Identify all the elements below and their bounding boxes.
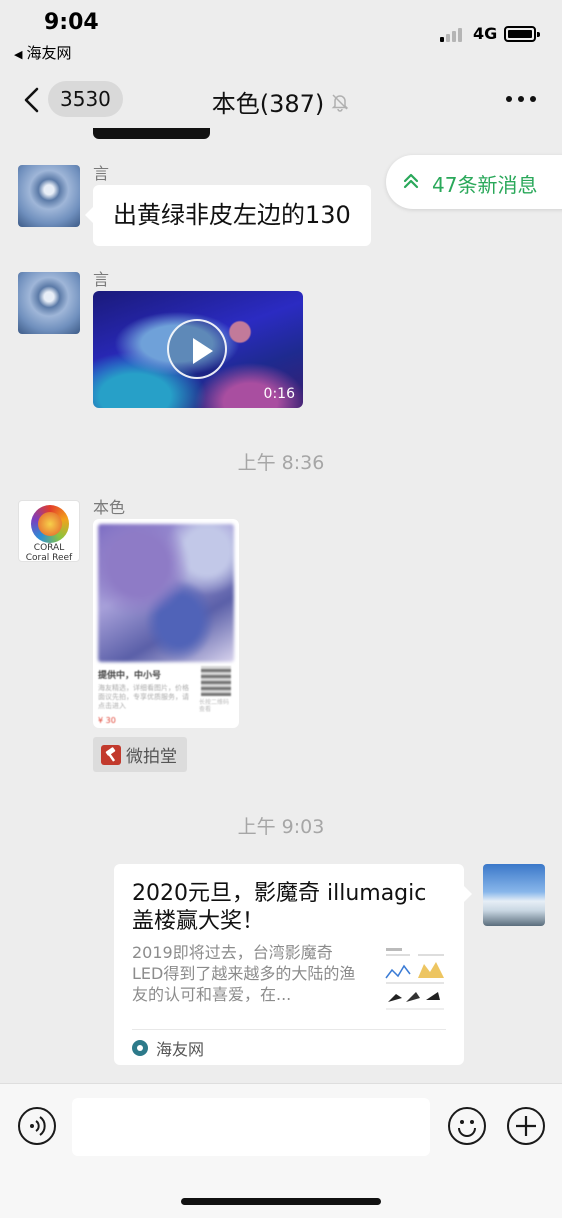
message-input[interactable] (72, 1098, 430, 1156)
avatar[interactable] (18, 272, 80, 334)
link-card-source: 海友网 (132, 1036, 204, 1060)
coral-reef-logo (31, 505, 69, 543)
article-thumbnail (382, 942, 448, 1018)
avatar-caption-line: CORAL (33, 543, 65, 553)
back-triangle-icon: ◀ (14, 48, 23, 61)
more-icon[interactable] (506, 96, 536, 104)
product-price: ¥ 30 (98, 716, 116, 725)
video-message[interactable]: 0:16 (93, 291, 303, 408)
avatar[interactable]: CORAL Coral Reef (18, 500, 80, 562)
status-back-app[interactable]: ◀ 海友网 (14, 42, 71, 63)
sender-name: 言 (93, 270, 110, 289)
status-back-app-label: 海友网 (26, 44, 72, 62)
network-type: 4G (473, 24, 498, 43)
mini-program-card[interactable]: 提供中，中小号 海友精选，详细看图片，价格面议先拍，专享优质服务，请点击进入 ¥… (93, 519, 239, 728)
home-indicator (181, 1198, 381, 1205)
site-logo-icon (132, 1040, 148, 1056)
qr-code (201, 666, 231, 696)
link-card-title: 2020元旦，影魔奇 illumagic 盖楼赢大奖！ (132, 881, 427, 934)
avatar-caption-line: Coral Reef (25, 553, 73, 562)
link-card-description: 2019即将过去，台湾影魔奇LED得到了越来越多的大陆的渔友的认可和喜爱，在..… (132, 943, 356, 1004)
signal-icon (440, 26, 466, 42)
time-divider: 上午 9:03 (237, 816, 325, 838)
status-time: 9:04 (44, 10, 99, 35)
sender-name: 本色 (93, 498, 126, 517)
play-icon[interactable] (167, 319, 227, 379)
new-messages-label: 47条新消息 (432, 173, 538, 197)
double-chevron-up-icon (403, 173, 419, 189)
chat-title: 本色(387) (211, 90, 325, 118)
video-duration: 0:16 (263, 386, 295, 402)
nav-bar: 3530 本色(387) (0, 70, 562, 132)
divider (132, 1029, 446, 1030)
chat-title-bar: 本色(387) (0, 84, 562, 119)
auction-hammer-icon (101, 744, 121, 765)
chat-input-bar (0, 1083, 562, 1218)
new-messages-button[interactable]: 47条新消息 (386, 155, 562, 209)
message-bubble[interactable]: 出黄绿非皮左边的130 (85, 185, 371, 246)
link-card-source-label: 海友网 (156, 1040, 205, 1059)
source-tag-label: 微拍堂 (126, 747, 177, 767)
emoji-icon[interactable] (448, 1107, 486, 1145)
product-description: 海友精选，详细看图片，价格面议先拍，专享优质服务，请点击进入 (98, 684, 189, 710)
battery-icon (504, 26, 540, 42)
status-bar: 9:04 ◀ 海友网 4G (0, 0, 562, 70)
sender-name: 言 (93, 164, 110, 183)
mini-program-source-tag[interactable]: 微拍堂 (93, 737, 187, 772)
bell-off-icon (331, 93, 349, 112)
plus-icon[interactable] (507, 1107, 545, 1145)
link-card-message[interactable]: 2020元旦，影魔奇 illumagic 盖楼赢大奖！ 2019即将过去，台湾影… (114, 864, 472, 1065)
time-divider: 上午 8:36 (237, 452, 325, 474)
product-image (98, 524, 234, 662)
avatar-caption: CORAL Coral Reef (19, 543, 79, 562)
voice-icon[interactable] (18, 1107, 56, 1145)
qr-note: 长按二维码查看 (199, 699, 230, 713)
avatar[interactable] (483, 864, 545, 926)
avatar[interactable] (18, 165, 80, 227)
previous-message-partial (93, 128, 210, 139)
